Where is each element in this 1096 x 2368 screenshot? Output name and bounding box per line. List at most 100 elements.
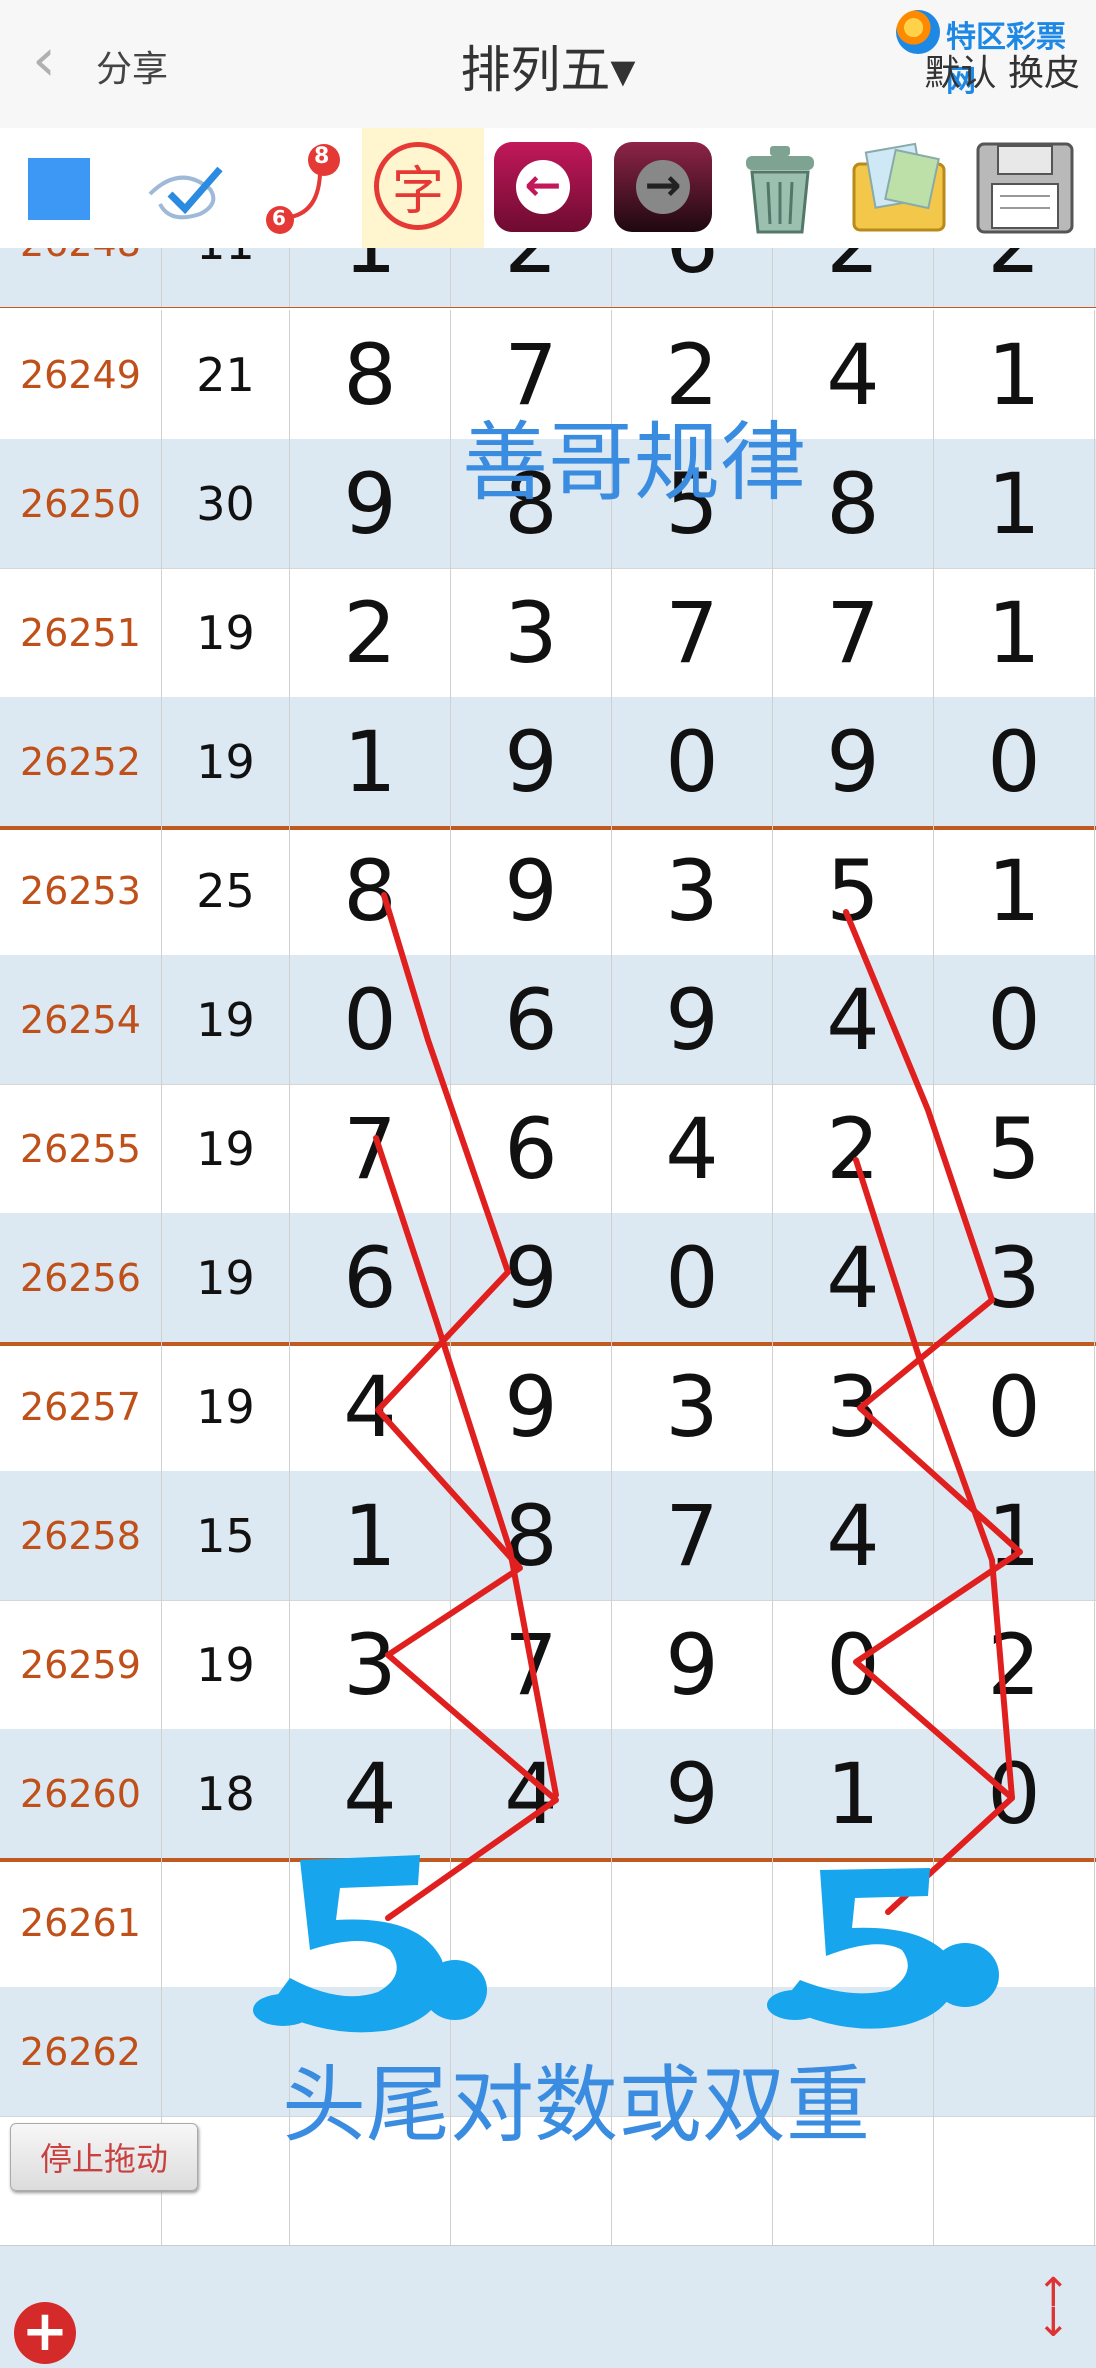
digit-cell: 7 <box>451 1600 612 1729</box>
sum-value: 19 <box>162 1213 290 1342</box>
table-row: 26258 15 1 8 7 4 1 <box>0 1471 1096 1601</box>
digit-cell <box>612 1858 773 1987</box>
digit-cell: 9 <box>451 1213 612 1342</box>
forward-arrow-icon[interactable]: → <box>614 142 712 232</box>
color-square-icon[interactable] <box>28 158 90 220</box>
trash-icon[interactable] <box>728 134 832 238</box>
digit-cell: 5 <box>934 1084 1095 1213</box>
digit-cell: 1 <box>934 826 1095 955</box>
sum-value: 19 <box>162 1084 290 1213</box>
digit-cell: 0 <box>612 1213 773 1342</box>
issue-number: 26259 <box>0 1600 162 1729</box>
digit-cell: 3 <box>612 1342 773 1471</box>
digit-cell: 9 <box>773 697 934 826</box>
digit-cell: 9 <box>451 697 612 826</box>
sum-value: 19 <box>162 1600 290 1729</box>
sum-value: 19 <box>162 1342 290 1471</box>
table-row: 26251 19 2 3 7 7 1 <box>0 568 1096 698</box>
digit-cell: 0 <box>290 955 451 1084</box>
digit-cell <box>934 1858 1095 1987</box>
digit-cell: 2 <box>934 248 1095 307</box>
digit-cell: 2 <box>773 248 934 307</box>
table-row: 26248 11 1 2 6 2 2 <box>0 248 1096 308</box>
sum-value <box>162 1858 290 1987</box>
issue-number: 26256 <box>0 1213 162 1342</box>
digit-cell: 7 <box>612 1471 773 1600</box>
skin-switch-button[interactable]: 默认 换皮 <box>925 44 1080 96</box>
table-row: 26261 <box>0 1858 1096 1988</box>
digit-cell: 0 <box>934 955 1095 1084</box>
digit-cell: 4 <box>290 1729 451 1858</box>
digit-cell: 9 <box>290 439 451 568</box>
sum-value: 18 <box>162 1729 290 1858</box>
sum-value: 19 <box>162 697 290 826</box>
connect-icon[interactable]: 8 6 <box>258 134 348 238</box>
sum-value: 25 <box>162 826 290 955</box>
digit-cell: 4 <box>773 1471 934 1600</box>
digit-cell: 3 <box>290 1600 451 1729</box>
table-row: 26259 19 3 7 9 0 2 <box>0 1600 1096 1730</box>
table-row: 26260 18 4 4 9 1 0 <box>0 1729 1096 1862</box>
char-tool[interactable]: 字 <box>362 128 484 248</box>
sum-value: 19 <box>162 955 290 1084</box>
digit-cell: 4 <box>451 1729 612 1858</box>
digit-cell: 0 <box>934 697 1095 826</box>
digit-cell: 4 <box>773 955 934 1084</box>
sum-value <box>162 1987 290 2116</box>
pattern-note-bottom: 头尾对数或双重 <box>282 2056 871 2154</box>
digit-cell: 1 <box>934 439 1095 568</box>
sum-value: 11 <box>162 248 290 307</box>
digit-cell <box>451 1858 612 1987</box>
table-row: 26254 19 0 6 9 4 0 <box>0 955 1096 1085</box>
digit-cell: 1 <box>934 310 1095 439</box>
digit-cell: 5 <box>773 826 934 955</box>
site-logo: 特区彩票网 <box>896 8 1086 99</box>
save-disk-icon[interactable] <box>970 134 1080 238</box>
issue-number: 26254 <box>0 955 162 1084</box>
digit-cell: 9 <box>451 1342 612 1471</box>
issue-number: 26249 <box>0 310 162 439</box>
digit-cell: 1 <box>934 1471 1095 1600</box>
digit-cell: 9 <box>612 955 773 1084</box>
char-icon: 字 <box>374 142 462 230</box>
table-row: 26253 25 8 9 3 5 1 <box>0 826 1096 956</box>
issue-number: 26250 <box>0 439 162 568</box>
digit-cell: 8 <box>290 310 451 439</box>
issue-number: 26262 <box>0 1987 162 2116</box>
sum-value: 21 <box>162 310 290 439</box>
pattern-note-top: 善哥规律 <box>462 413 806 513</box>
issue-number: 26251 <box>0 568 162 697</box>
digit-cell: 8 <box>451 1471 612 1600</box>
images-icon[interactable] <box>844 134 954 238</box>
back-arrow-icon[interactable]: ← <box>494 142 592 232</box>
pen-icon[interactable] <box>140 134 236 238</box>
digit-cell: 0 <box>934 1729 1095 1858</box>
issue-number: 26252 <box>0 697 162 826</box>
issue-number: 26261 <box>0 1858 162 1987</box>
digit-cell: 2 <box>934 1600 1095 1729</box>
digit-cell: 6 <box>451 1084 612 1213</box>
digit-cell: 6 <box>612 248 773 307</box>
drawing-toolbar: 8 6 字 ← → <box>0 128 1096 250</box>
sum-value: 15 <box>162 1471 290 1600</box>
digit-cell <box>934 1987 1095 2116</box>
digit-cell: 2 <box>773 1084 934 1213</box>
stop-drag-button[interactable]: 停止拖动 <box>10 2123 198 2191</box>
digit-cell: 2 <box>290 568 451 697</box>
issue-number: 26253 <box>0 826 162 955</box>
digit-cell: 4 <box>290 1342 451 1471</box>
top-bar: ‹ 分享 排列五▾ 特区彩票网 默认 换皮 <box>0 0 1096 129</box>
add-icon[interactable]: + <box>14 2302 76 2364</box>
table-row: 26255 19 7 6 4 2 5 <box>0 1084 1096 1214</box>
digit-cell: 1 <box>290 697 451 826</box>
digit-cell: 1 <box>934 568 1095 697</box>
connect-label-b: 6 <box>272 206 286 230</box>
table-row: 26257 19 4 9 3 3 0 <box>0 1342 1096 1472</box>
digit-cell: 7 <box>773 568 934 697</box>
digit-cell: 9 <box>612 1729 773 1858</box>
digit-cell: 4 <box>612 1084 773 1213</box>
issue-number: 26260 <box>0 1729 162 1858</box>
digit-cell: 8 <box>290 826 451 955</box>
scroll-up-down-icon[interactable]: ↑ ↓ <box>1036 2273 1070 2343</box>
issue-number: 26248 <box>0 248 162 307</box>
